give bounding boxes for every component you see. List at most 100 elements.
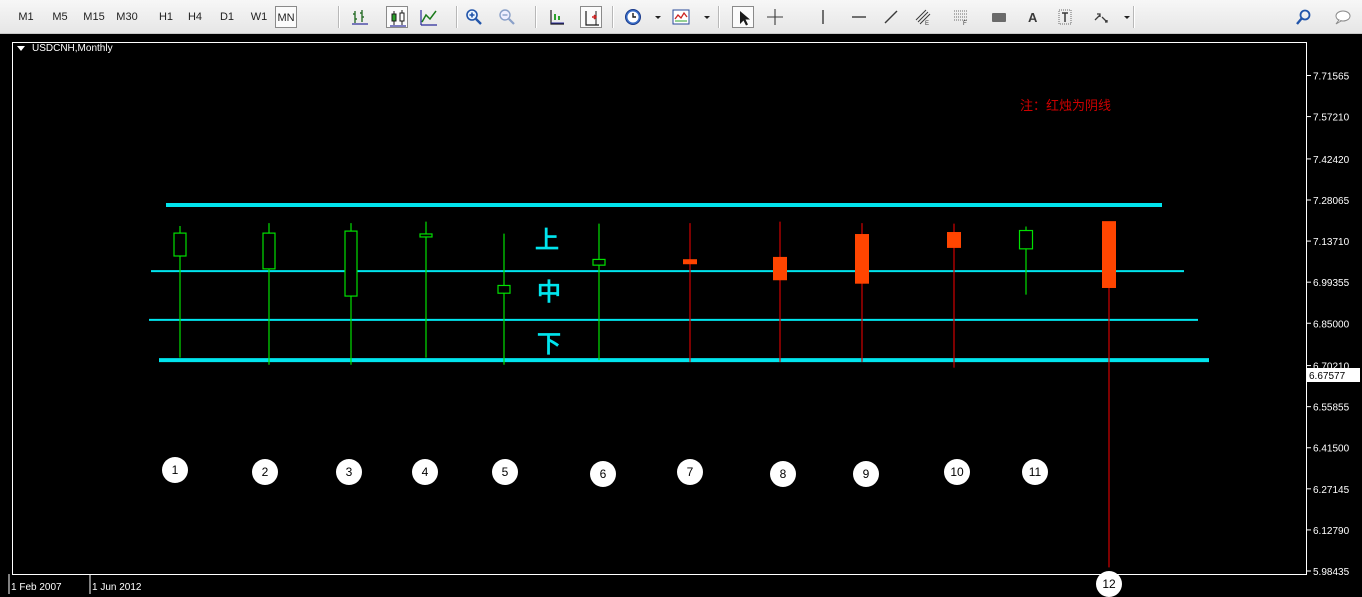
svg-text:A: A bbox=[1028, 10, 1038, 25]
periods-clock-icon bbox=[625, 9, 641, 25]
line-chart-button[interactable] bbox=[418, 6, 440, 28]
timeframe-mn[interactable]: MN bbox=[275, 6, 297, 28]
timeframe-w1[interactable]: W1 bbox=[248, 6, 270, 28]
candle-number-label: 2 bbox=[262, 465, 269, 479]
x-axis-date-label: 1 Jun 2012 bbox=[92, 582, 142, 593]
zoom-in-icon bbox=[466, 9, 482, 25]
equidistant-channel-button[interactable]: E bbox=[912, 6, 934, 28]
chart-window[interactable]: 7.71565 7.57210 7.42420 7.28065 7.13710 6.993… bbox=[0, 34, 1362, 597]
price-chart: 7.71565 7.57210 7.42420 7.28065 7.13710 6.993… bbox=[8, 42, 1360, 597]
candle-7-body[interactable] bbox=[683, 259, 697, 265]
crosshair-button[interactable] bbox=[764, 6, 786, 28]
arrows-button[interactable] bbox=[1090, 6, 1112, 28]
toolbar-separator bbox=[456, 6, 458, 28]
auto-scroll-icon bbox=[585, 11, 599, 26]
candle-8-body[interactable] bbox=[773, 256, 787, 281]
symbol-label: USDCNH,Monthly bbox=[32, 43, 113, 54]
trendline-button[interactable] bbox=[880, 6, 902, 28]
chat-icon bbox=[1335, 10, 1351, 25]
bar-chart-button[interactable] bbox=[349, 6, 371, 28]
timeframe-m1[interactable]: M1 bbox=[14, 6, 38, 28]
indicators-button[interactable] bbox=[670, 6, 692, 28]
svg-text:F: F bbox=[963, 21, 967, 26]
x-axis-date-label: 1 Feb 2007 bbox=[11, 582, 62, 593]
candle-number-label: 4 bbox=[422, 465, 429, 479]
zoom-out-button[interactable] bbox=[496, 6, 518, 28]
dropdown-arrow-icon[interactable] bbox=[704, 16, 710, 19]
candle-6-body[interactable] bbox=[592, 258, 606, 266]
candle-3-body[interactable] bbox=[344, 230, 358, 297]
y-axis-tick-label: 7.57210 bbox=[1313, 113, 1350, 124]
candle-11-body[interactable] bbox=[1018, 229, 1034, 250]
chart-note: 注：红烛为阴线 bbox=[1020, 98, 1111, 114]
line-chart-icon bbox=[420, 10, 437, 26]
periods-clock-button[interactable] bbox=[622, 6, 644, 28]
search-icon bbox=[1296, 9, 1311, 25]
candle-number-label: 8 bbox=[780, 467, 787, 481]
dropdown-arrow-icon[interactable] bbox=[655, 16, 661, 19]
zoom-in-button[interactable] bbox=[463, 6, 485, 28]
candlestick-chart-icon bbox=[390, 10, 406, 27]
candle-number-label: 1 bbox=[172, 463, 179, 477]
rectangle-button[interactable] bbox=[988, 6, 1010, 28]
candle-number-label: 12 bbox=[1102, 577, 1116, 591]
timeframe-m5[interactable]: M5 bbox=[48, 6, 72, 28]
trendline-icon bbox=[884, 10, 898, 24]
toolbar-separator bbox=[612, 6, 614, 28]
cursor-arrow-icon bbox=[740, 11, 750, 26]
y-axis-tick-label: 7.13710 bbox=[1313, 237, 1350, 248]
text-label-button[interactable] bbox=[1054, 6, 1076, 28]
horizontal-line-button[interactable] bbox=[848, 6, 870, 28]
auto-scroll-button[interactable] bbox=[580, 6, 602, 28]
candle-9-body[interactable] bbox=[855, 234, 869, 284]
rectangle-icon bbox=[992, 13, 1006, 22]
y-axis-tick-label: 6.99355 bbox=[1313, 278, 1350, 289]
zone-label: 中 bbox=[537, 278, 561, 306]
chat-button[interactable] bbox=[1331, 6, 1353, 28]
search-button[interactable] bbox=[1293, 6, 1315, 28]
candle-number-label: 5 bbox=[502, 465, 509, 479]
current-price-label: 6.67577 bbox=[1309, 371, 1346, 382]
candle-number-label: 9 bbox=[863, 467, 870, 481]
candle-number-label: 3 bbox=[346, 465, 353, 479]
horizontal-line-icon bbox=[852, 16, 866, 18]
toolbar-separator bbox=[1133, 6, 1135, 28]
y-axis-tick-label: 7.71565 bbox=[1313, 72, 1350, 83]
y-axis-tick-label: 7.28065 bbox=[1313, 196, 1350, 207]
timeframe-m30[interactable]: M30 bbox=[113, 6, 141, 28]
candle-4-body[interactable] bbox=[419, 233, 433, 238]
timeframe-h1[interactable]: H1 bbox=[155, 6, 177, 28]
candle-1-body[interactable] bbox=[173, 232, 187, 257]
timeframe-d1[interactable]: D1 bbox=[216, 6, 238, 28]
y-axis-tick-label: 6.41500 bbox=[1313, 444, 1350, 455]
candle-number-label: 10 bbox=[950, 465, 964, 479]
text-icon: A bbox=[1028, 10, 1038, 25]
y-axis-tick-label: 7.42420 bbox=[1313, 155, 1350, 166]
toolbar-separator bbox=[535, 6, 537, 28]
candle-12-body[interactable] bbox=[1102, 221, 1116, 288]
y-axis-tick-label: 6.12790 bbox=[1313, 526, 1350, 537]
timeframe-h4[interactable]: H4 bbox=[184, 6, 206, 28]
zone-label: 上 bbox=[535, 226, 559, 254]
arrows-icon bbox=[1094, 13, 1108, 23]
vertical-line-icon bbox=[822, 10, 824, 24]
zoom-out-icon bbox=[499, 9, 515, 25]
candle-5-body[interactable] bbox=[497, 284, 511, 294]
vertical-line-button[interactable] bbox=[812, 6, 834, 28]
candlestick-chart-button[interactable] bbox=[386, 6, 408, 28]
chart-shift-icon bbox=[550, 10, 564, 25]
dropdown-arrow-icon[interactable] bbox=[1124, 16, 1130, 19]
cursor-arrow-button[interactable] bbox=[732, 6, 754, 28]
symbol-dropdown-icon[interactable] bbox=[17, 46, 25, 51]
plot-frame bbox=[12, 42, 1307, 575]
text-button[interactable]: A bbox=[1022, 6, 1044, 28]
candle-10-body[interactable] bbox=[947, 232, 961, 248]
timeframe-m15[interactable]: M15 bbox=[80, 6, 108, 28]
candle-2-body[interactable] bbox=[262, 232, 276, 270]
fibonacci-retracement-button[interactable]: F bbox=[950, 6, 972, 28]
svg-text:E: E bbox=[925, 21, 929, 26]
bar-chart-icon bbox=[352, 10, 368, 25]
fibonacci-retracement-icon: F bbox=[954, 10, 968, 26]
chart-shift-button[interactable] bbox=[546, 6, 568, 28]
toolbar-separator bbox=[718, 6, 720, 28]
